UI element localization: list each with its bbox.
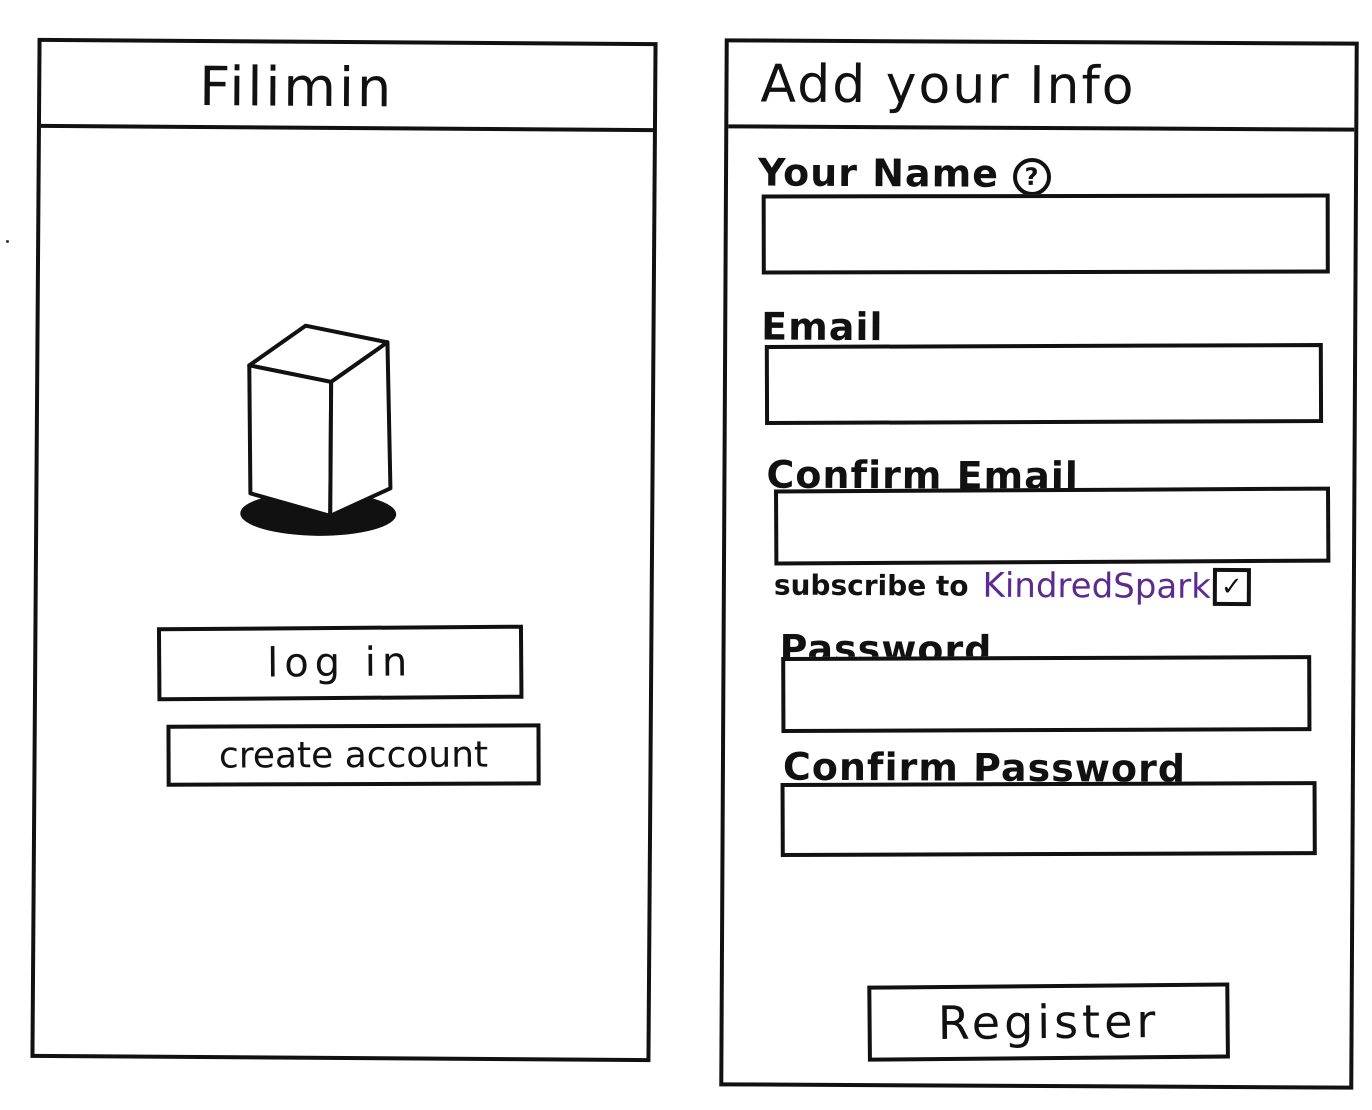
- password-input[interactable]: [781, 655, 1312, 733]
- login-button[interactable]: log in: [156, 624, 524, 702]
- name-input[interactable]: [761, 193, 1330, 275]
- question-circle-icon[interactable]: ?: [1012, 157, 1052, 196]
- create-account-button[interactable]: create account: [166, 723, 541, 787]
- register-screen: Add your Info Your Name? Email Confirm E…: [719, 38, 1359, 1090]
- name-label-text: Your Name: [757, 150, 1000, 196]
- name-label: Your Name?: [757, 150, 1052, 197]
- kindredspark-brand: KindredSpark: [982, 565, 1211, 607]
- stray-mark: [6, 240, 9, 243]
- app-title: Filimin: [199, 54, 395, 120]
- subscribe-checkbox[interactable]: ✓: [1212, 567, 1251, 607]
- subscribe-label: subscribe to: [773, 568, 969, 603]
- cube-icon: [240, 323, 397, 536]
- register-button[interactable]: Register: [867, 982, 1230, 1062]
- confirm-email-input[interactable]: [774, 486, 1331, 566]
- register-title: Add your Info: [760, 54, 1136, 117]
- subscribe-row: subscribe to KindredSpark ✓: [774, 565, 1251, 607]
- email-input[interactable]: [764, 343, 1324, 425]
- confirm-password-input[interactable]: [780, 781, 1317, 857]
- register-title-bar: Add your Info: [728, 42, 1355, 132]
- email-label: Email: [761, 304, 884, 350]
- login-screen: Filimin log in create account: [30, 37, 658, 1063]
- login-title-bar: Filimin: [40, 41, 654, 133]
